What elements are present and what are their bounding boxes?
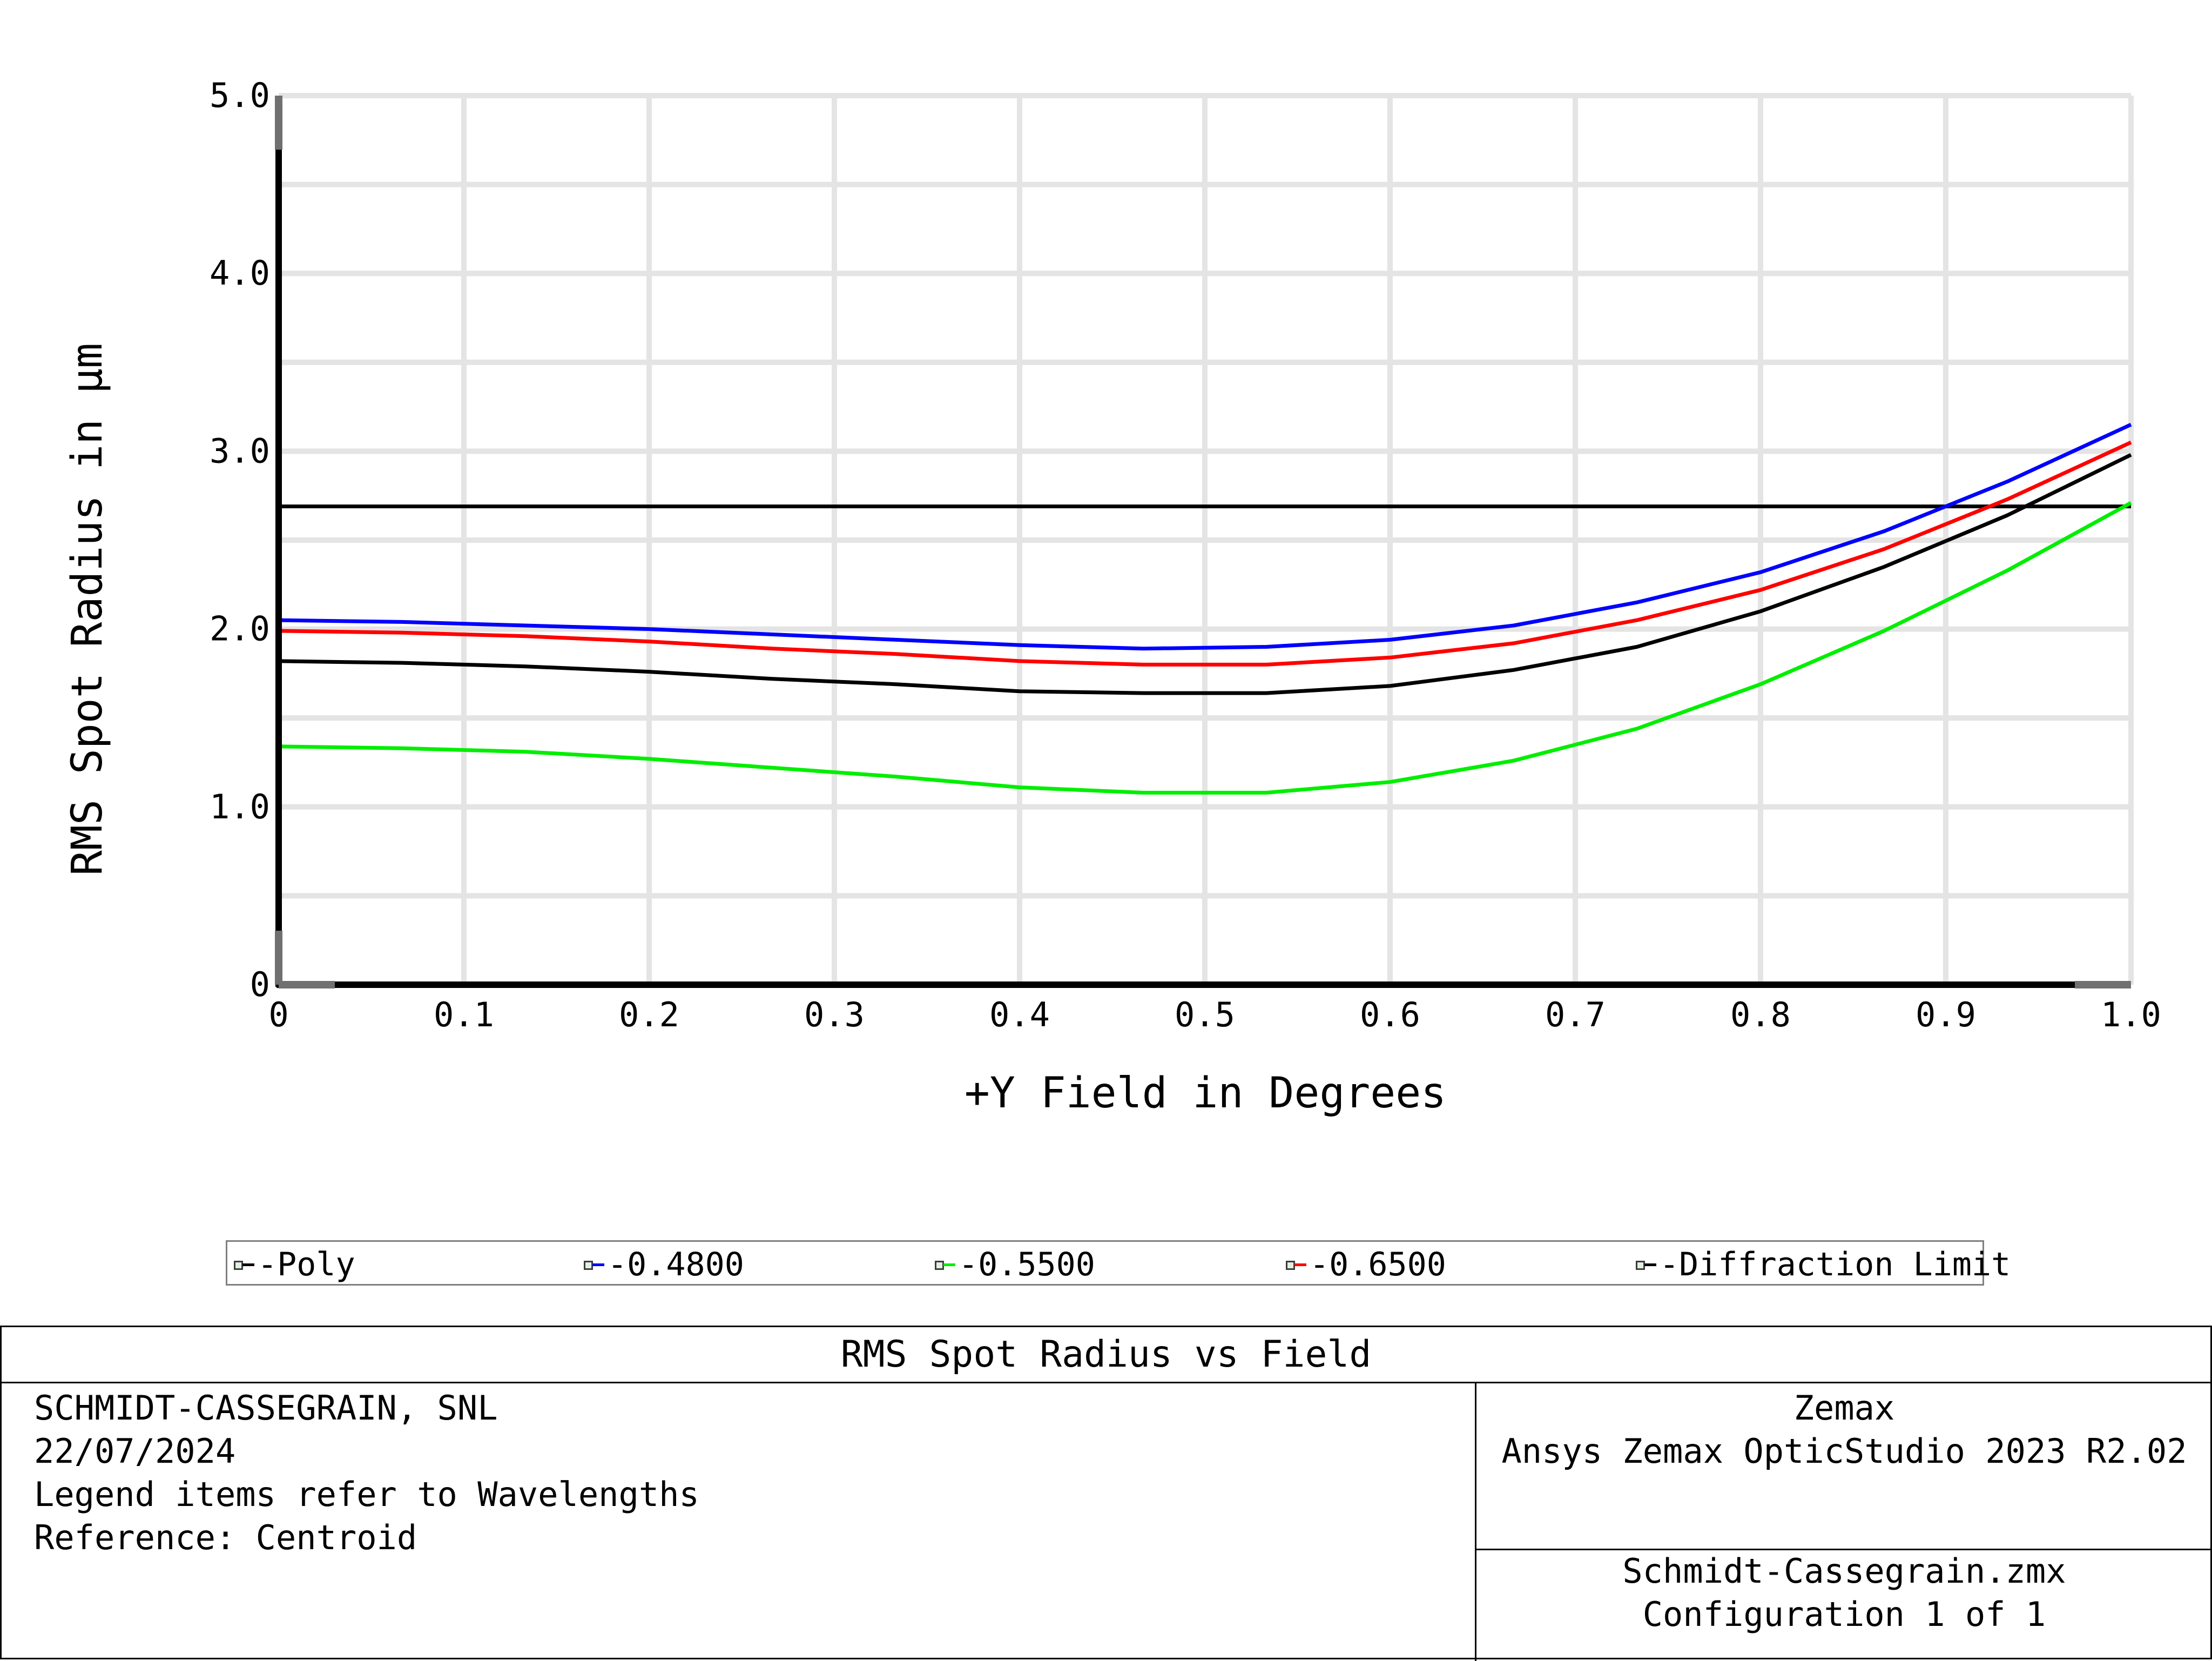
rms-spot-chart: 0 0.1 0.2 0.3 0.4 0.5 0.6 0.7 0.8 0.9 1.0 0 1.0 2.0 3… bbox=[63, 76, 2161, 1118]
x-tick-label: 0.1 bbox=[434, 995, 494, 1034]
legend-swatch-icon bbox=[933, 1259, 956, 1270]
legend-note: Legend items refer to Wavelengths bbox=[34, 1475, 699, 1514]
legend-item-0-6500: -0.6500 bbox=[1284, 1242, 1446, 1287]
date-text: 22/07/2024 bbox=[34, 1431, 236, 1471]
x-tick-label: 0.9 bbox=[1916, 995, 1976, 1034]
legend-swatch-icon bbox=[232, 1259, 255, 1270]
y-tick-label: 4.0 bbox=[210, 253, 270, 293]
file-name: Schmidt-Cassegrain.zmx bbox=[1622, 1551, 2066, 1591]
y-tick-label: 5.0 bbox=[210, 76, 270, 115]
x-tick-label: 0.6 bbox=[1360, 995, 1420, 1034]
legend-label: -Diffraction Limit bbox=[1660, 1246, 2011, 1283]
y-axis-label: RMS Spot Radius in µm bbox=[63, 343, 112, 876]
system-title: SCHMIDT-CASSEGRAIN, SNL bbox=[34, 1388, 498, 1428]
y-tick-label: 1.0 bbox=[210, 787, 270, 826]
x-tick-labels: 0 0.1 0.2 0.3 0.4 0.5 0.6 0.7 0.8 0.9 1.0 bbox=[268, 995, 2161, 1034]
x-tick-label: 0.3 bbox=[804, 995, 865, 1034]
legend-swatch-icon bbox=[1284, 1259, 1307, 1270]
x-tick-label: 0.2 bbox=[619, 995, 679, 1034]
y-tick-label: 3.0 bbox=[210, 431, 270, 470]
legend-swatch-icon bbox=[1634, 1259, 1657, 1270]
x-tick-label: 1.0 bbox=[2101, 995, 2161, 1034]
configuration-text: Configuration 1 of 1 bbox=[1642, 1595, 2046, 1634]
x-tick-label: 0.4 bbox=[989, 995, 1050, 1034]
plot-title: RMS Spot Radius vs Field bbox=[2, 1327, 2210, 1383]
legend: -Poly -0.4800 -0.5500 -0.6500 -Diffracti… bbox=[226, 1240, 2011, 1287]
legend-item-0-4800: -0.4800 bbox=[582, 1242, 744, 1287]
x-tick-label: 0.7 bbox=[1545, 995, 1606, 1034]
y-tick-label: 2.0 bbox=[210, 609, 270, 649]
legend-item-diffraction-limit: -Diffraction Limit bbox=[1634, 1242, 2011, 1287]
reference-note: Reference: Centroid bbox=[34, 1518, 417, 1557]
legend-label: -Poly bbox=[258, 1246, 355, 1283]
x-tick-label: 0.8 bbox=[1730, 995, 1791, 1034]
info-right-bottom: Schmidt-Cassegrain.zmx Configuration 1 o… bbox=[1476, 1550, 2212, 1636]
info-right-top: Zemax Ansys Zemax OpticStudio 2023 R2.02 bbox=[1476, 1387, 2212, 1473]
legend-label: -0.6500 bbox=[1310, 1246, 1446, 1283]
y-tick-labels: 0 1.0 2.0 3.0 4.0 5.0 bbox=[210, 76, 270, 1004]
legend-item-0-5500: -0.5500 bbox=[933, 1242, 1095, 1287]
company-name: Zemax bbox=[1793, 1388, 1895, 1428]
software-version: Ansys Zemax OpticStudio 2023 R2.02 bbox=[1501, 1431, 2187, 1471]
legend-label: -0.5500 bbox=[959, 1246, 1095, 1283]
x-axis-label: +Y Field in Degrees bbox=[965, 1069, 1446, 1118]
info-left: SCHMIDT-CASSEGRAIN, SNL 22/07/2024 Legen… bbox=[34, 1387, 699, 1559]
x-tick-label: 0.5 bbox=[1175, 995, 1235, 1034]
legend-swatch-icon bbox=[582, 1259, 605, 1270]
y-tick-label: 0 bbox=[250, 965, 270, 1004]
legend-item-poly: -Poly bbox=[232, 1242, 355, 1287]
info-box: RMS Spot Radius vs Field SCHMIDT-CASSEGR… bbox=[0, 1326, 2212, 1661]
legend-label: -0.4800 bbox=[608, 1246, 744, 1283]
x-tick-label: 0 bbox=[268, 995, 288, 1034]
